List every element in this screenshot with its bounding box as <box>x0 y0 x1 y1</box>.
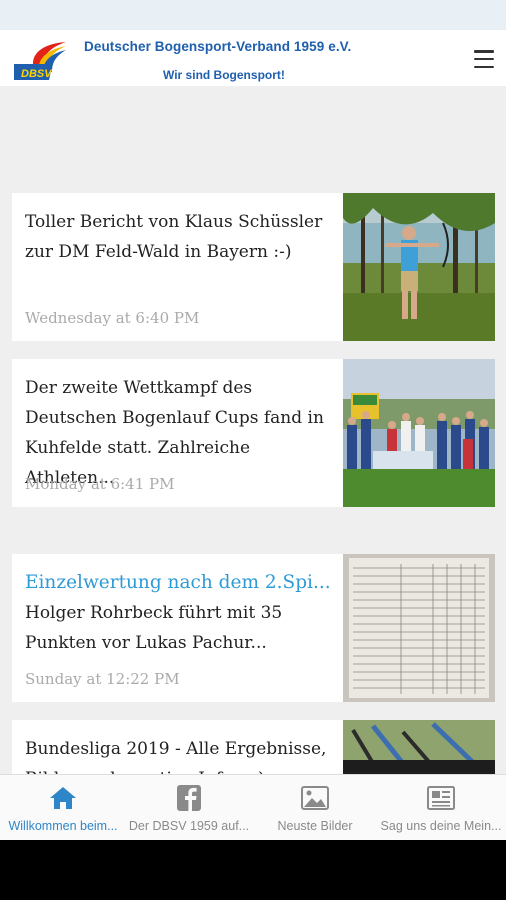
nav-label: Der DBSV 1959 auf... <box>128 819 250 833</box>
post-image-results-sheet[interactable] <box>343 554 495 702</box>
post-timestamp: Wednesday at 6:40 PM <box>25 309 200 327</box>
system-navigation-bar <box>0 840 506 900</box>
post-timestamp: Monday at 6:41 PM <box>25 475 175 493</box>
post-text: Einzelwertung nach dem 2.Spi... Holger R… <box>25 568 335 658</box>
post-card[interactable]: Der zweite Wettkampf des Deutschen Bogen… <box>12 359 495 507</box>
post-text: Toller Bericht von Klaus Schüssler zur D… <box>25 207 335 267</box>
post-body: Holger Rohrbeck führt mit 35 Punkten vor… <box>25 603 283 653</box>
post-card[interactable]: Einzelwertung nach dem 2.Spi... Holger R… <box>12 554 495 702</box>
nav-tab-feedback[interactable]: Sag uns deine Mein... <box>378 775 504 841</box>
nav-label: Sag uns deine Mein... <box>380 819 502 833</box>
nav-label: Neuste Bilder <box>277 819 353 833</box>
header-title: Deutscher Bogensport-Verband 1959 e.V. <box>84 39 352 54</box>
app-header: DBSV Deutscher Bogensport-Verband 1959 e… <box>0 30 506 86</box>
nav-tab-welcome[interactable]: Willkommen beim... <box>0 775 126 841</box>
nav-tab-images[interactable]: Neuste Bilder <box>252 775 378 841</box>
facebook-icon <box>177 785 201 811</box>
bottom-navigation: Willkommen beim... Der DBSV 1959 auf... … <box>0 774 506 840</box>
post-body: Toller Bericht von Klaus Schüssler zur D… <box>25 212 323 262</box>
nav-tab-facebook[interactable]: Der DBSV 1959 auf... <box>126 775 252 841</box>
logo-text: DBSV <box>21 68 53 80</box>
post-timestamp: Sunday at 12:22 PM <box>25 670 180 688</box>
post-image-archer-in-forest[interactable] <box>343 193 495 341</box>
hamburger-menu-icon[interactable] <box>470 46 498 72</box>
header-tagline: Wir sind Bogensport! <box>163 68 285 82</box>
dbsv-logo: DBSV <box>14 42 66 80</box>
newspaper-icon <box>427 786 455 810</box>
home-icon <box>50 787 76 809</box>
status-bar <box>0 0 506 30</box>
nav-label: Willkommen beim... <box>8 819 118 833</box>
image-icon <box>301 786 329 810</box>
post-heading: Einzelwertung nach dem 2.Spi... <box>25 572 331 593</box>
post-image-group-photo-podium[interactable] <box>343 359 495 507</box>
post-card[interactable]: Toller Bericht von Klaus Schüssler zur D… <box>12 193 495 341</box>
